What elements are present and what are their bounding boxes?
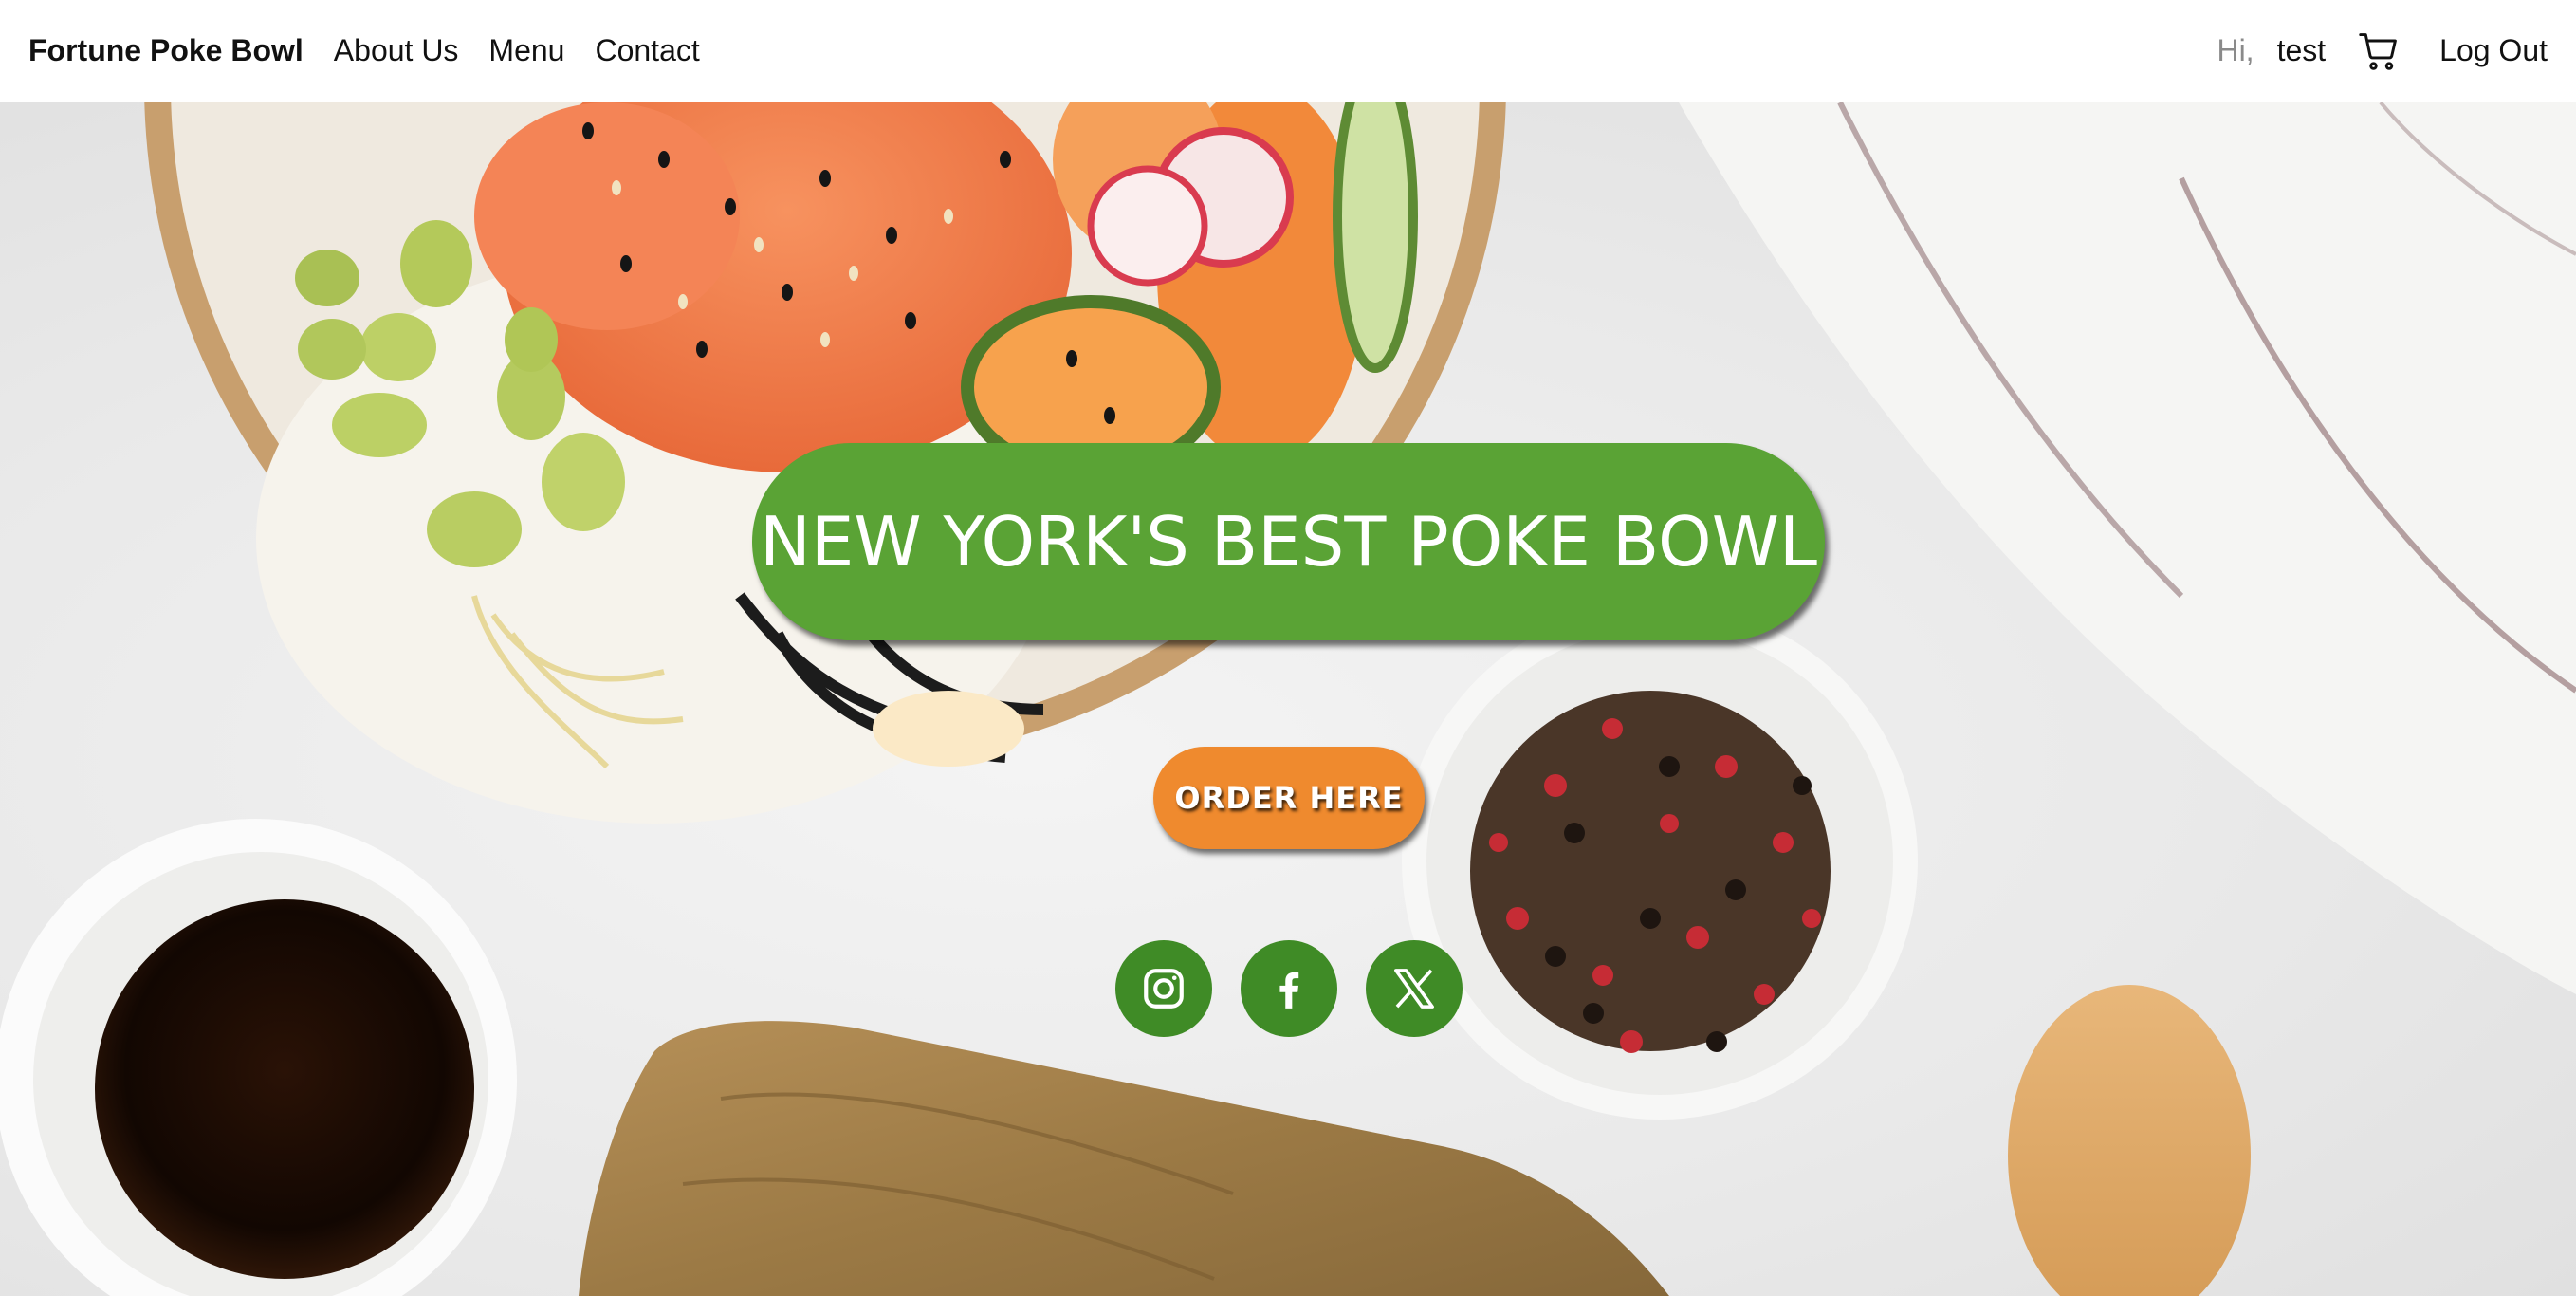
nav-link-contact[interactable]: Contact [595,33,699,68]
hero-headline-banner: NEW YORK'S BEST POKE BOWL [752,443,1825,640]
nav-user-area: Hi, test Log Out [2217,30,2548,72]
cart-icon[interactable] [2358,30,2400,72]
hero-background-photo [0,102,2576,1296]
top-navbar: Fortune Poke Bowl About Us Menu Contact … [0,0,2576,102]
x-link[interactable] [1366,940,1463,1037]
instagram-link[interactable] [1115,940,1212,1037]
facebook-link[interactable] [1241,940,1337,1037]
x-icon [1389,963,1440,1014]
greeting-text: Hi, [2217,33,2254,67]
facebook-icon [1265,965,1313,1012]
instagram-icon [1140,965,1187,1012]
username-text: test [2276,33,2327,67]
brand-link[interactable]: Fortune Poke Bowl [28,33,304,68]
hero-section: NEW YORK'S BEST POKE BOWL ORDER HERE [0,102,2576,1296]
nav-link-about-us[interactable]: About Us [334,33,459,68]
nav-link-menu[interactable]: Menu [488,33,564,68]
logout-link[interactable]: Log Out [2439,33,2548,68]
order-here-button[interactable]: ORDER HERE [1153,747,1425,849]
